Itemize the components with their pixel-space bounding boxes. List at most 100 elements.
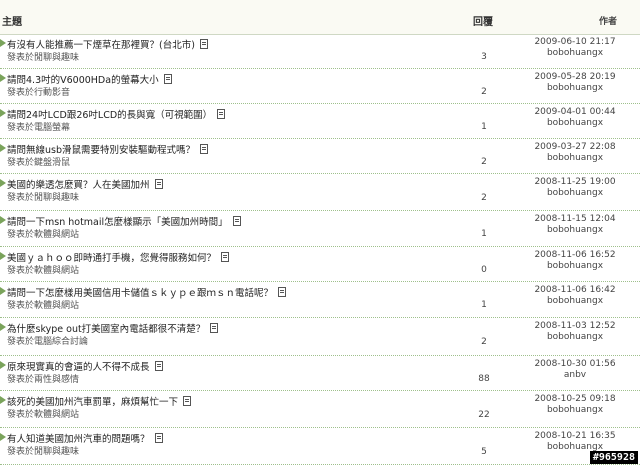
post-date: 2008-10-21 16:35: [534, 431, 616, 441]
author-link[interactable]: bobohuangx: [515, 118, 635, 128]
post-date: 2008-11-06 16:42: [534, 285, 616, 295]
reply-count: 0: [481, 265, 487, 275]
table-row: 美國的樂透怎麼買？人在美國加州 發表於閒聊與趣味 2 2008-11-25 19…: [0, 174, 640, 211]
post-date: 2009-03-27 22:08: [534, 142, 616, 152]
arrow-icon: [0, 361, 6, 369]
topic-title-link[interactable]: 請問24吋LCD跟26吋LCD的長與寬（可視範圍）: [7, 107, 226, 121]
document-icon[interactable]: [200, 144, 209, 154]
reply-count: 2: [481, 337, 487, 347]
arrow-icon: [0, 74, 6, 82]
table-row: 美國ｙａｈｏｏ即時通打手機，您覺得服務如何？ 發表於軟體與網站 0 2008-1…: [0, 247, 640, 282]
topic-title-link[interactable]: 請問一下怎麼樣用美國信用卡儲值ｓｋｙｐｅ跟ｍｓｎ電話呢？: [7, 285, 287, 299]
arrow-icon: [0, 39, 6, 47]
document-icon[interactable]: [221, 252, 230, 262]
author-link[interactable]: anbv: [515, 370, 635, 380]
reply-count: 88: [478, 374, 490, 384]
arrow-icon: [0, 287, 6, 295]
topic-title-link[interactable]: 原來現實真的會逼的人不得不成長: [7, 359, 163, 373]
forum-link[interactable]: 發表於閒聊與趣味: [7, 444, 79, 457]
table-header: 主題 回覆 作者: [0, 0, 640, 35]
author-link[interactable]: bobohuangx: [515, 83, 635, 93]
post-date: 2008-11-03 12:52: [534, 321, 616, 331]
forum-link[interactable]: 發表於行動影音: [7, 85, 70, 98]
author-link[interactable]: bobohuangx: [515, 188, 635, 198]
table-row: 請問一下msn hotmail怎麼樣顯示「美國加州時間」 發表於軟體與網站 1 …: [0, 211, 640, 247]
post-date: 2008-10-30 01:56: [534, 359, 616, 369]
document-icon[interactable]: [217, 109, 226, 119]
post-date: 2008-11-06 16:52: [534, 250, 616, 260]
document-icon[interactable]: [210, 323, 219, 333]
document-icon[interactable]: [154, 433, 163, 443]
table-row: 請問一下怎麼樣用美國信用卡儲值ｓｋｙｐｅ跟ｍｓｎ電話呢？ 發表於軟體與網站 1 …: [0, 282, 640, 318]
reply-count: 2: [481, 157, 487, 167]
author-link[interactable]: bobohuangx: [515, 48, 635, 58]
document-icon[interactable]: [278, 287, 287, 297]
forum-link[interactable]: 發表於閒聊與趣味: [7, 50, 79, 63]
author-link[interactable]: bobohuangx: [515, 405, 635, 415]
author-link[interactable]: bobohuangx: [515, 261, 635, 271]
author-link[interactable]: bobohuangx: [515, 225, 635, 235]
table-row: 請問24吋LCD跟26吋LCD的長與寬（可視範圍） 發表於電腦螢幕 1 2009…: [0, 104, 640, 139]
forum-link[interactable]: 發表於軟體與網站: [7, 298, 79, 311]
watermark: #965928: [589, 451, 638, 464]
forum-link[interactable]: 發表於閒聊與趣味: [7, 190, 79, 203]
topic-title-link[interactable]: 美國的樂透怎麼買？人在美國加州: [7, 177, 163, 191]
reply-count: 2: [481, 193, 487, 203]
topic-title-link[interactable]: 請問無線usb滑鼠需要特別安裝驅動程式嗎？: [7, 142, 209, 156]
reply-count: 5: [481, 447, 487, 457]
table-row: 請問4.3吋的V6000HDa的螢幕大小 發表於行動影音 2 2009-05-2…: [0, 69, 640, 104]
forum-link[interactable]: 發表於軟體與網站: [7, 407, 79, 420]
table-row: 該死的美國加州汽車罰單，麻煩幫忙一下 發表於軟體與網站 22 2008-10-2…: [0, 391, 640, 428]
forum-link[interactable]: 發表於軟體與網站: [7, 263, 79, 276]
post-date: 2009-05-28 20:19: [534, 72, 616, 82]
topic-title-link[interactable]: 為什麼skype out打美國室內電話都很不清楚？: [7, 321, 219, 335]
table-row: 請問無線usb滑鼠需要特別安裝驅動程式嗎？ 發表於鍵盤滑鼠 2 2009-03-…: [0, 139, 640, 174]
post-date: 2008-10-25 09:18: [534, 394, 616, 404]
topic-title-link[interactable]: 請問一下msn hotmail怎麼樣顯示「美國加州時間」: [7, 214, 241, 228]
document-icon[interactable]: [232, 216, 241, 226]
author-link[interactable]: bobohuangx: [515, 296, 635, 306]
document-icon[interactable]: [183, 396, 192, 406]
post-date: 2009-06-10 21:17: [534, 37, 616, 47]
header-replies: 回覆: [473, 17, 493, 28]
topic-title-link[interactable]: 請問4.3吋的V6000HDa的螢幕大小: [7, 72, 172, 86]
forum-link[interactable]: 發表於電腦螢幕: [7, 120, 70, 133]
author-link[interactable]: bobohuangx: [515, 153, 635, 163]
document-icon[interactable]: [163, 74, 172, 84]
topic-title-link[interactable]: 美國ｙａｈｏｏ即時通打手機，您覺得服務如何？: [7, 250, 230, 264]
author-link[interactable]: bobohuangx: [515, 332, 635, 342]
forum-link[interactable]: 發表於兩性與感情: [7, 372, 79, 385]
document-icon[interactable]: [154, 179, 163, 189]
arrow-icon: [0, 323, 6, 331]
topic-title-link[interactable]: 有人知道美國加州汽車的問題嗎？: [7, 431, 163, 445]
reply-count: 2: [481, 87, 487, 97]
table-row: 有人知道美國加州汽車的問題嗎？ 發表於閒聊與趣味 5 2008-10-21 16…: [0, 428, 640, 465]
topic-title-link[interactable]: 該死的美國加州汽車罰單，麻煩幫忙一下: [7, 394, 192, 408]
forum-link[interactable]: 發表於鍵盤滑鼠: [7, 155, 70, 168]
reply-count: 1: [481, 300, 487, 310]
arrow-icon: [0, 179, 6, 187]
reply-count: 1: [481, 229, 487, 239]
arrow-icon: [0, 396, 6, 404]
post-date: 2008-11-25 19:00: [534, 177, 616, 187]
table-row: 有沒有人能推薦一下煙草在那裡買？(台北市) 發表於閒聊與趣味 3 2009-06…: [0, 34, 640, 69]
reply-count: 1: [481, 122, 487, 132]
header-author: 作者: [598, 17, 617, 27]
arrow-icon: [0, 252, 6, 260]
arrow-icon: [0, 144, 6, 152]
forum-link[interactable]: 發表於電腦綜合討論: [7, 334, 88, 347]
table-row: 為什麼skype out打美國室內電話都很不清楚？ 發表於電腦綜合討論 2 20…: [0, 318, 640, 356]
forum-link[interactable]: 發表於軟體與網站: [7, 227, 79, 240]
post-date: 2009-04-01 00:44: [534, 107, 616, 117]
document-icon[interactable]: [199, 39, 208, 49]
document-icon[interactable]: [154, 361, 163, 371]
reply-count: 22: [478, 410, 490, 420]
table-row: 原來現實真的會逼的人不得不成長 發表於兩性與感情 88 2008-10-30 0…: [0, 356, 640, 391]
arrow-icon: [0, 433, 6, 441]
header-topic: 主題: [2, 17, 22, 28]
topic-title-link[interactable]: 有沒有人能推薦一下煙草在那裡買？(台北市): [7, 37, 208, 51]
reply-count: 3: [481, 52, 487, 62]
arrow-icon: [0, 109, 6, 117]
post-date: 2008-11-15 12:04: [534, 214, 616, 224]
arrow-icon: [0, 216, 6, 224]
